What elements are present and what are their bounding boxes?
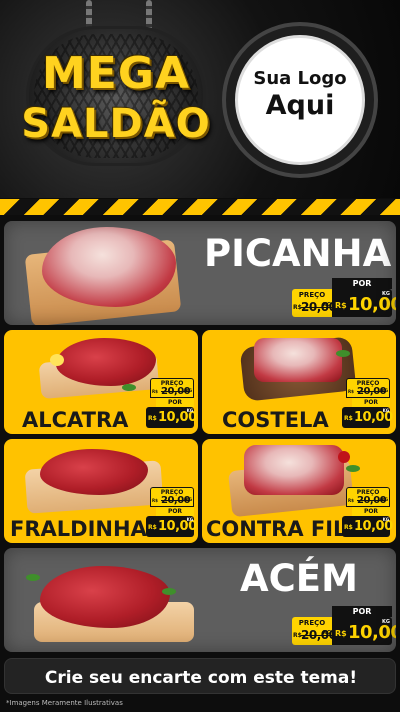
herb-garnish-right	[162, 588, 176, 595]
costela-image	[254, 338, 342, 382]
old-currency: R$	[152, 389, 158, 394]
price-tag: PREÇO R$ 20,00 KG POR R$ 10,00 KG	[146, 487, 197, 537]
unit: KG	[186, 517, 193, 522]
por-label: POR	[156, 398, 194, 407]
picanha-image	[42, 227, 176, 307]
alcatra-image	[56, 338, 156, 386]
product-name: PICANHA	[204, 232, 392, 275]
hazard-stripe	[0, 199, 400, 215]
title-saldao: SALDÃO	[21, 101, 211, 147]
unit: KG	[186, 408, 193, 413]
fraldinha-image	[40, 449, 148, 495]
herb-garnish-left	[26, 574, 40, 581]
product-card-contra-file[interactable]: CONTRA FILÉ PREÇO R$ 20,00 KG POR R$ 10,…	[202, 439, 396, 543]
product-name: CONTRA FILÉ	[206, 517, 361, 541]
por-label: POR	[156, 507, 194, 516]
product-card-acem[interactable]: ACÉM POR PREÇO R$ 20,00 KG R$ 10,00 KG	[4, 548, 396, 652]
price-tag: PREÇO R$ 20,00 KG POR R$ 10,00 KG	[342, 487, 393, 537]
price-tag: PREÇO R$ 20,00 KG POR R$ 10,00 KG	[342, 378, 393, 428]
product-name: COSTELA	[222, 408, 329, 432]
product-name: ALCATRA	[22, 408, 129, 432]
unit: KG	[382, 291, 390, 297]
unit: KG	[382, 517, 389, 522]
old-unit: KG	[381, 497, 388, 502]
old-price-box: PREÇO R$ 20,00 KG	[150, 378, 194, 398]
new-price: 10,00	[348, 294, 396, 315]
currency: R$	[335, 301, 347, 310]
old-unit: KG	[381, 388, 388, 393]
currency: R$	[148, 524, 157, 531]
por-label: POR	[352, 398, 390, 407]
old-price-box: PREÇO R$ 20,00 KG	[292, 617, 337, 645]
tomato-garnish	[338, 451, 350, 463]
price-tag: POR PREÇO R$ 20,00 KG R$ 10,00 KG	[292, 278, 396, 318]
product-name: FRALDINHA	[10, 517, 147, 541]
lemon-garnish	[50, 354, 64, 366]
currency: R$	[335, 629, 347, 638]
old-price-box: PREÇO R$ 20,00 KG	[346, 487, 390, 507]
title-mega: MEGA	[41, 48, 190, 99]
price-tag: PREÇO R$ 20,00 KG POR R$ 10,00 KG	[146, 378, 197, 428]
new-price-box: R$ 10,00 KG	[146, 407, 197, 428]
unit: KG	[382, 408, 389, 413]
header: MEGA SALDÃO Sua Logo Aqui	[0, 0, 400, 198]
new-price-box: R$ 10,00 KG	[342, 516, 393, 537]
new-price-box: R$ 10,00 KG	[332, 289, 396, 317]
herb-garnish	[336, 350, 350, 357]
old-price-box: PREÇO R$ 20,00 KG	[346, 378, 390, 398]
old-price-box: PREÇO R$ 20,00 KG	[150, 487, 194, 507]
old-currency: R$	[152, 498, 158, 503]
cta-banner[interactable]: Crie seu encarte com este tema!	[4, 658, 396, 694]
currency: R$	[148, 415, 157, 422]
logo-text-line2: Aqui	[265, 90, 335, 121]
product-card-fraldinha[interactable]: FRALDINHA PREÇO R$ 20,00 KG POR R$ 10,00…	[4, 439, 198, 543]
new-price: 10,00	[348, 622, 396, 643]
old-unit: KG	[185, 388, 192, 393]
contra-file-image	[244, 445, 344, 495]
logo-text-line1: Sua Logo	[253, 68, 347, 89]
herb-garnish	[346, 465, 360, 472]
footnote: *Imagens Meramente Ilustrativas	[6, 699, 123, 707]
old-currency: R$	[348, 498, 354, 503]
old-price-box: PREÇO R$ 20,00 KG	[292, 289, 337, 317]
price-tag: POR PREÇO R$ 20,00 KG R$ 10,00 KG	[292, 606, 396, 646]
por-label: POR	[332, 278, 392, 289]
old-currency: R$	[348, 389, 354, 394]
preco-label: PREÇO	[298, 291, 326, 299]
herb-garnish	[122, 384, 136, 391]
preco-label: PREÇO	[298, 619, 326, 627]
new-price-box: R$ 10,00 KG	[332, 617, 396, 645]
cta-text: Crie seu encarte com este tema!	[44, 668, 358, 688]
product-name: ACÉM	[240, 557, 358, 600]
por-label: POR	[352, 507, 390, 516]
currency: R$	[344, 415, 353, 422]
product-card-picanha[interactable]: PICANHA POR PREÇO R$ 20,00 KG R$ 10,00 K…	[4, 221, 396, 325]
old-unit: KG	[323, 302, 331, 308]
por-label: POR	[332, 606, 392, 617]
acem-image	[40, 566, 170, 628]
old-unit: KG	[185, 497, 192, 502]
product-card-alcatra[interactable]: ALCATRA PREÇO R$ 20,00 KG POR R$ 10,00 K…	[4, 330, 198, 434]
new-price-box: R$ 10,00 KG	[146, 516, 197, 537]
product-card-costela[interactable]: COSTELA PREÇO R$ 20,00 KG POR R$ 10,00 K…	[202, 330, 396, 434]
currency: R$	[344, 524, 353, 531]
unit: KG	[382, 619, 390, 625]
old-unit: KG	[323, 630, 331, 636]
new-price-box: R$ 10,00 KG	[342, 407, 393, 428]
